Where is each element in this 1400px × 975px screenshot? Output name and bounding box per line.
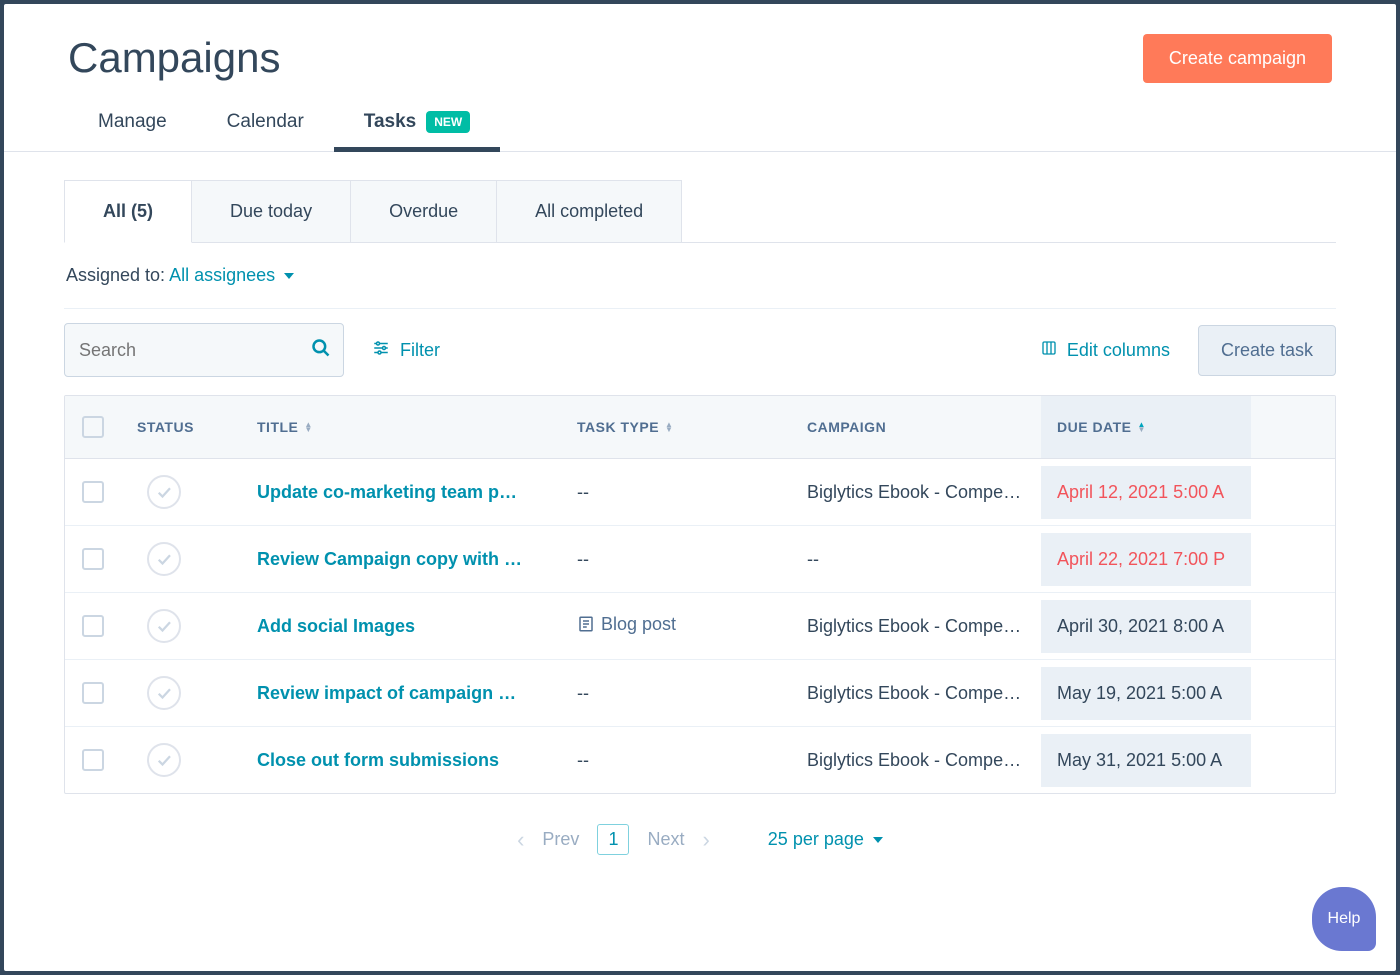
status-toggle[interactable] <box>147 743 181 777</box>
task-type: -- <box>561 466 791 519</box>
task-due-date: April 22, 2021 7:00 P <box>1041 533 1251 586</box>
assigned-dropdown[interactable]: All assignees <box>169 265 294 285</box>
row-checkbox[interactable] <box>82 481 104 503</box>
caret-down-icon <box>284 273 294 279</box>
per-page-label: 25 per page <box>768 829 864 849</box>
row-checkbox[interactable] <box>82 548 104 570</box>
col-status[interactable]: STATUS <box>121 396 241 458</box>
page-title: Campaigns <box>68 34 280 82</box>
task-campaign: Biglytics Ebook - Compe… <box>791 466 1041 519</box>
row-checkbox[interactable] <box>82 682 104 704</box>
task-title-link[interactable]: Close out form submissions <box>257 750 499 770</box>
status-toggle[interactable] <box>147 475 181 509</box>
task-type: -- <box>561 533 791 586</box>
edit-columns-button[interactable]: Edit columns <box>1041 340 1170 361</box>
task-campaign: -- <box>791 533 1041 586</box>
new-badge: NEW <box>426 111 470 133</box>
page-number[interactable]: 1 <box>597 824 629 855</box>
sort-icon: ▲▼ <box>665 422 673 432</box>
task-title-link[interactable]: Add social Images <box>257 616 415 636</box>
table-row: Review impact of campaign … --Biglytics E… <box>65 660 1335 727</box>
tasks-table: STATUS TITLE ▲▼ TASK TYPE ▲▼ CAMPAIGN DU… <box>64 395 1336 794</box>
edit-columns-label: Edit columns <box>1067 340 1170 361</box>
chevron-left-icon[interactable]: ‹ <box>517 827 524 853</box>
task-due-date: April 30, 2021 8:00 A <box>1041 600 1251 653</box>
status-toggle[interactable] <box>147 609 181 643</box>
row-checkbox[interactable] <box>82 615 104 637</box>
table-row: Close out form submissions --Biglytics Eb… <box>65 727 1335 793</box>
task-type: -- <box>561 734 791 787</box>
filter-tab-all[interactable]: All (5) <box>64 180 192 243</box>
col-type-label: TASK TYPE <box>577 419 659 435</box>
pagination: ‹ Prev 1 Next › 25 per page <box>64 794 1336 885</box>
task-due-date: May 31, 2021 5:00 A <box>1041 734 1251 787</box>
sort-icon: ▲▼ <box>304 422 312 432</box>
sort-icon: ▲▼ <box>1138 422 1146 432</box>
filter-tab-completed[interactable]: All completed <box>497 180 682 243</box>
task-campaign: Biglytics Ebook - Compe… <box>791 734 1041 787</box>
create-task-button[interactable]: Create task <box>1198 325 1336 376</box>
search-box[interactable] <box>64 323 344 377</box>
prev-button[interactable]: Prev <box>542 829 579 850</box>
filter-label: Filter <box>400 340 440 361</box>
help-button[interactable]: Help <box>1312 887 1376 951</box>
task-campaign: Biglytics Ebook - Compe… <box>791 600 1041 653</box>
select-all-checkbox[interactable] <box>82 416 104 438</box>
tab-manage[interactable]: Manage <box>98 111 167 151</box>
task-due-date: April 12, 2021 5:00 A <box>1041 466 1251 519</box>
status-toggle[interactable] <box>147 676 181 710</box>
tab-tasks-label: Tasks <box>364 111 416 133</box>
assigned-label: Assigned to: <box>66 265 165 285</box>
status-toggle[interactable] <box>147 542 181 576</box>
chevron-right-icon[interactable]: › <box>702 827 709 853</box>
table-row: Add social Images Blog postBiglytics Eboo… <box>65 593 1335 660</box>
task-title-link[interactable]: Review Campaign copy with … <box>257 549 522 569</box>
assigned-value: All assignees <box>169 265 275 285</box>
next-button[interactable]: Next <box>647 829 684 850</box>
filter-tab-due-today[interactable]: Due today <box>192 180 351 243</box>
search-icon <box>311 338 331 363</box>
row-checkbox[interactable] <box>82 749 104 771</box>
col-title[interactable]: TITLE ▲▼ <box>241 396 561 458</box>
create-campaign-button[interactable]: Create campaign <box>1143 34 1332 83</box>
task-title-link[interactable]: Review impact of campaign … <box>257 683 516 703</box>
col-task-type[interactable]: TASK TYPE ▲▼ <box>561 396 791 458</box>
col-title-label: TITLE <box>257 419 298 435</box>
sliders-icon <box>372 339 390 362</box>
task-type: Blog post <box>561 598 791 655</box>
table-row: Update co-marketing team p… --Biglytics E… <box>65 459 1335 526</box>
task-title-link[interactable]: Update co-marketing team p… <box>257 482 517 502</box>
filter-tab-overdue[interactable]: Overdue <box>351 180 497 243</box>
table-row: Review Campaign copy with …----April 22,… <box>65 526 1335 593</box>
col-due-label: DUE DATE <box>1057 419 1132 435</box>
task-type: -- <box>561 667 791 720</box>
search-input[interactable] <box>79 340 311 361</box>
columns-icon <box>1041 340 1057 361</box>
filter-button[interactable]: Filter <box>372 339 440 362</box>
tab-tasks[interactable]: Tasks NEW <box>364 111 470 151</box>
task-due-date: May 19, 2021 5:00 A <box>1041 667 1251 720</box>
caret-down-icon <box>873 837 883 843</box>
col-due-date[interactable]: DUE DATE ▲▼ <box>1041 396 1251 458</box>
per-page-dropdown[interactable]: 25 per page <box>768 829 883 850</box>
task-campaign: Biglytics Ebook - Compe… <box>791 667 1041 720</box>
tab-calendar[interactable]: Calendar <box>227 111 304 151</box>
col-campaign[interactable]: CAMPAIGN <box>791 396 1041 458</box>
